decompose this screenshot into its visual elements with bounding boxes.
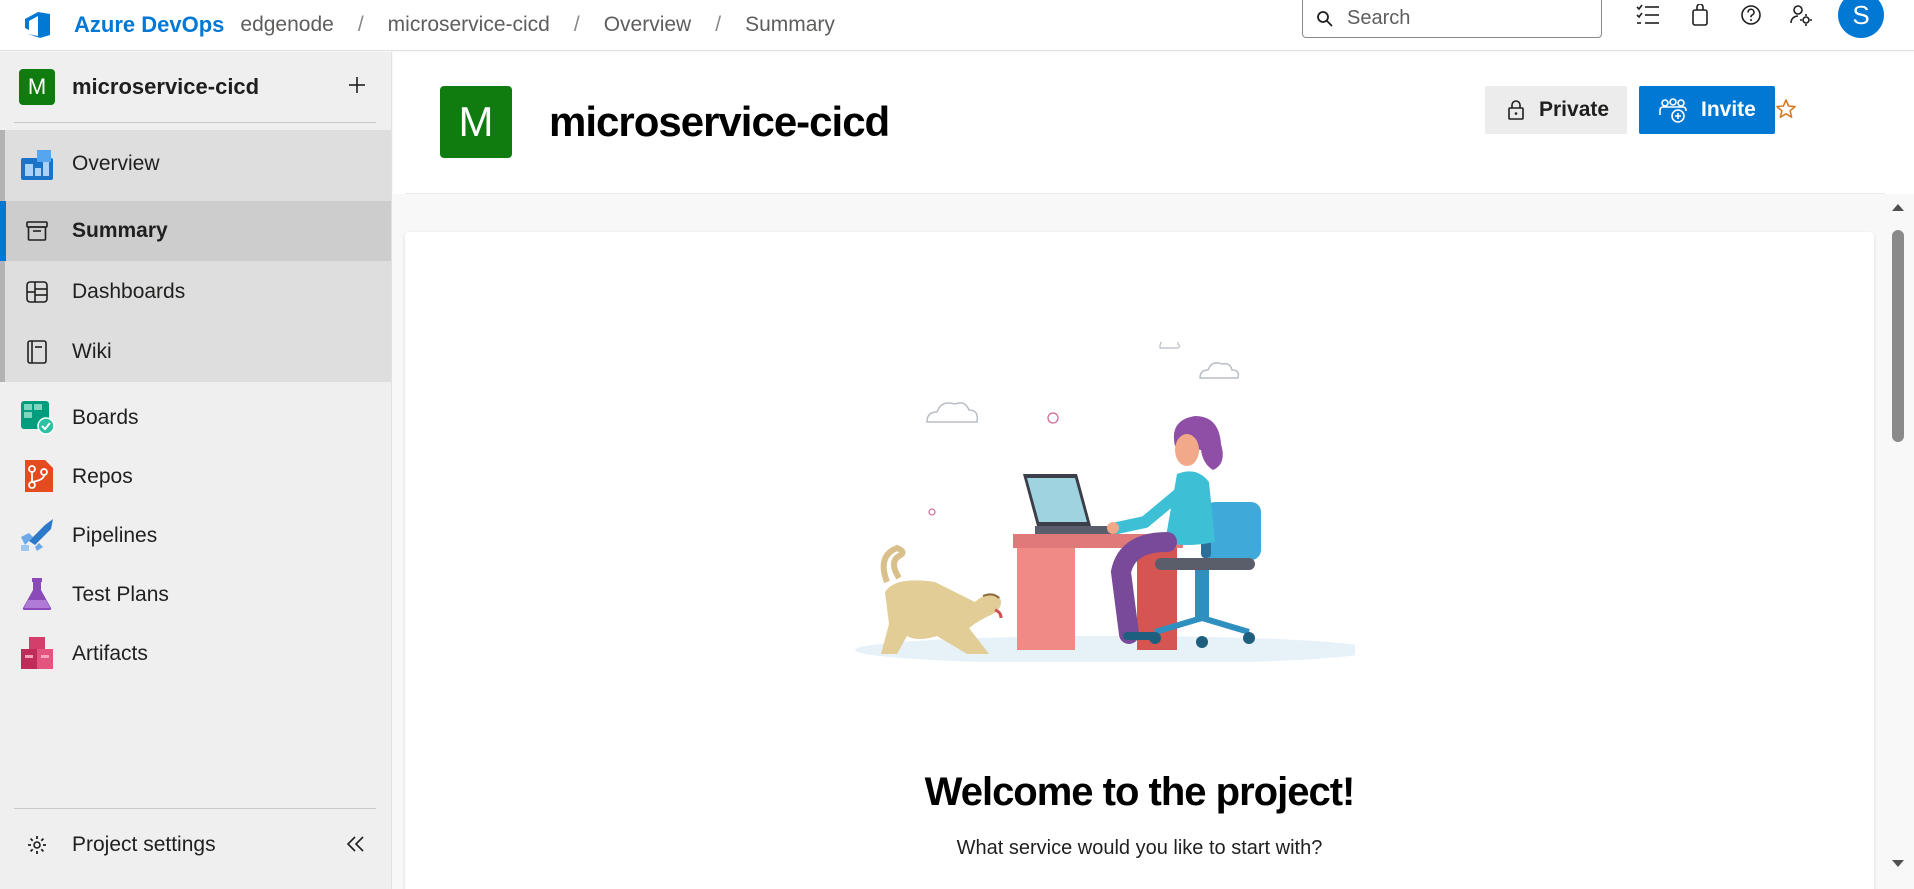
shopping-bag-icon[interactable] — [1680, 0, 1720, 30]
breadcrumb-summary[interactable]: Summary — [745, 13, 835, 37]
search-box[interactable] — [1302, 0, 1602, 38]
breadcrumb-overview[interactable]: Overview — [604, 13, 692, 37]
search-icon — [1303, 10, 1347, 28]
sidebar-item-summary[interactable]: Summary — [0, 201, 391, 261]
sidebar-item-pipelines[interactable]: Pipelines — [0, 506, 391, 566]
divider — [14, 808, 376, 809]
private-button-label: Private — [1539, 98, 1610, 121]
project-settings-link[interactable]: Project settings — [0, 820, 391, 870]
sidebar-item-label: Test Plans — [72, 583, 169, 606]
lock-icon — [1507, 100, 1525, 120]
breadcrumb-project[interactable]: microservice-cicd — [388, 13, 550, 37]
pipelines-icon — [18, 516, 56, 554]
add-people-icon — [1659, 97, 1687, 123]
divider — [14, 122, 376, 123]
add-icon[interactable] — [342, 70, 372, 100]
task-list-icon[interactable] — [1628, 0, 1668, 30]
sidebar-item-label: Pipelines — [72, 524, 158, 547]
private-button[interactable]: Private — [1485, 86, 1627, 134]
user-settings-icon[interactable] — [1781, 0, 1821, 30]
top-bar: Azure DevOps edgenode / microservice-cic… — [0, 0, 1914, 51]
brand-name[interactable]: Azure DevOps — [74, 12, 224, 38]
scroll-down-icon[interactable] — [1889, 860, 1907, 874]
breadcrumb: edgenode / microservice-cicd / Overview … — [240, 13, 835, 37]
sidebar-item-label: Boards — [72, 406, 139, 429]
main-content: M microservice-cicd Private Invite Welco… — [393, 52, 1914, 889]
summary-icon — [18, 212, 56, 250]
sidebar-item-label: Dashboards — [72, 280, 186, 303]
breadcrumb-separator: / — [357, 13, 364, 36]
search-input[interactable] — [1347, 7, 1587, 30]
welcome-subtitle: What service would you like to start wit… — [956, 837, 1323, 859]
breadcrumb-separator: / — [573, 13, 580, 36]
sidebar-item-boards[interactable]: Boards — [0, 388, 391, 448]
project-avatar-large: M — [440, 86, 512, 158]
divider — [405, 193, 1885, 194]
breadcrumb-org[interactable]: edgenode — [240, 13, 333, 37]
sidebar-item-label: Repos — [72, 465, 133, 488]
scroll-up-icon[interactable] — [1889, 203, 1907, 217]
project-avatar: M — [19, 69, 55, 105]
welcome-card: Welcome to the project! What service wou… — [405, 232, 1874, 889]
invite-button[interactable]: Invite — [1639, 86, 1775, 134]
sidebar: M microservice-cicd Overview Summary Das… — [0, 52, 392, 889]
test-plans-icon — [18, 575, 56, 613]
sidebar-item-label: Wiki — [72, 340, 112, 363]
sidebar-item-wiki[interactable]: Wiki — [0, 322, 391, 382]
invite-button-label: Invite — [1701, 98, 1756, 121]
sidebar-item-label: Summary — [72, 219, 168, 242]
project-header[interactable]: M microservice-cicd — [0, 52, 392, 123]
collapse-sidebar-icon[interactable] — [344, 832, 368, 856]
breadcrumb-separator: / — [715, 13, 722, 36]
project-name[interactable]: microservice-cicd — [72, 74, 259, 100]
wiki-icon — [18, 333, 56, 371]
sidebar-item-overview[interactable]: Overview — [0, 130, 391, 200]
project-settings-label: Project settings — [72, 833, 216, 856]
repos-icon — [18, 457, 56, 495]
sidebar-item-dashboards[interactable]: Dashboards — [0, 262, 391, 322]
welcome-title: Welcome to the project! — [924, 770, 1356, 814]
brand[interactable]: Azure DevOps — [20, 0, 224, 50]
artifacts-icon — [18, 634, 56, 672]
help-icon[interactable] — [1731, 0, 1771, 30]
sidebar-item-test-plans[interactable]: Test Plans — [0, 565, 391, 625]
page-title: microservice-cicd — [549, 98, 890, 145]
sidebar-item-artifacts[interactable]: Artifacts — [0, 624, 391, 684]
avatar[interactable]: S — [1838, 0, 1884, 38]
scrollbar-thumb[interactable] — [1892, 230, 1904, 442]
favorite-star-icon[interactable] — [1771, 94, 1801, 124]
welcome-illustration — [855, 342, 1355, 662]
project-header-band: M microservice-cicd Private Invite — [393, 52, 1914, 194]
azure-devops-logo-icon — [20, 8, 56, 42]
sidebar-item-label: Artifacts — [72, 642, 148, 665]
dashboards-icon — [18, 273, 56, 311]
overview-icon — [18, 146, 56, 184]
sidebar-item-label: Overview — [72, 152, 160, 175]
sidebar-item-repos[interactable]: Repos — [0, 447, 391, 507]
gear-icon — [18, 826, 56, 864]
boards-icon — [18, 398, 56, 436]
